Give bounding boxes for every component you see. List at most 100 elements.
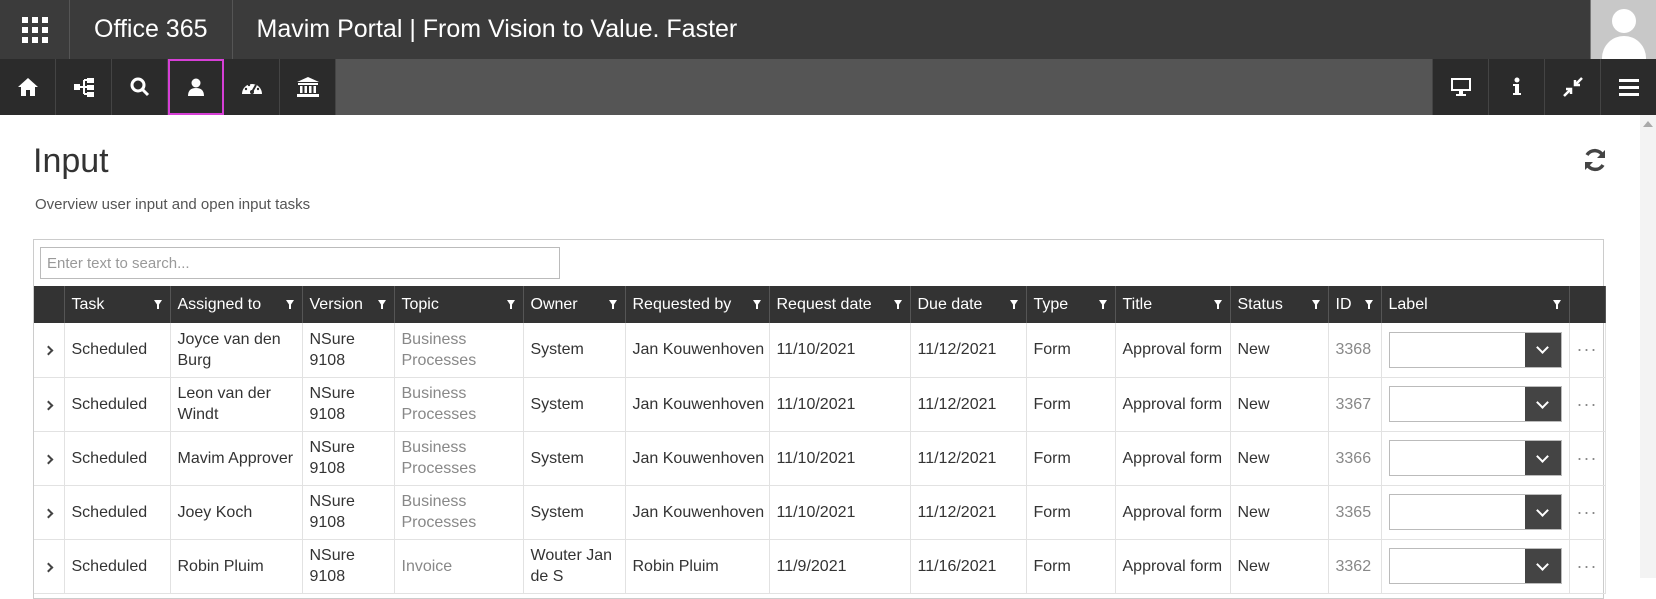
home-button[interactable] <box>0 59 56 115</box>
institution-button[interactable] <box>280 59 336 115</box>
filter-icon[interactable] <box>608 300 617 309</box>
filter-icon[interactable] <box>285 300 294 309</box>
header-assigned-to[interactable]: Assigned to <box>170 286 303 323</box>
cell-label <box>1381 377 1570 432</box>
cell-type: Form <box>1026 431 1116 486</box>
chevron-right-icon <box>43 508 54 518</box>
header-type[interactable]: Type <box>1026 286 1116 323</box>
cell-due-date: 11/12/2021 <box>910 323 1027 378</box>
cell-assigned-to: Robin Pluim <box>170 539 303 594</box>
cell-assigned-to: Joey Koch <box>170 485 303 540</box>
header-label[interactable]: Label <box>1381 286 1570 323</box>
search-input[interactable] <box>40 247 560 279</box>
expand-row-button[interactable] <box>34 539 65 594</box>
cell-label <box>1381 431 1570 486</box>
label-select[interactable] <box>1388 494 1562 530</box>
table-row[interactable]: Scheduled Leon van der Windt NSure 9108 Bus… <box>34 377 1606 432</box>
label-select[interactable] <box>1388 386 1562 422</box>
cell-assigned-to: Joyce van den Burg <box>170 323 303 378</box>
suite-title[interactable]: Office 365 <box>70 0 233 59</box>
app-launcher-button[interactable] <box>0 0 70 59</box>
collapse-button[interactable] <box>1544 59 1600 115</box>
table-row[interactable]: Scheduled Joyce van den Burg NSure 9108 Bus… <box>34 323 1606 378</box>
header-task[interactable]: Task <box>64 286 171 323</box>
chevron-down-icon[interactable] <box>1524 495 1561 529</box>
cell-request-date: 11/10/2021 <box>769 485 911 540</box>
cell-id: 3362 <box>1328 539 1382 594</box>
header-id[interactable]: ID <box>1328 286 1382 323</box>
monitor-icon <box>1450 78 1471 96</box>
filter-icon[interactable] <box>506 300 515 309</box>
filter-icon[interactable] <box>1213 300 1222 309</box>
search-icon <box>130 77 149 97</box>
tree-button[interactable] <box>56 59 112 115</box>
cell-requested-by: Robin Pluim <box>625 539 770 594</box>
refresh-icon <box>1585 148 1605 172</box>
label-select[interactable] <box>1388 440 1562 476</box>
filter-icon[interactable] <box>893 300 902 309</box>
header-title[interactable]: Title <box>1115 286 1231 323</box>
filter-icon[interactable] <box>153 300 162 309</box>
menu-button[interactable] <box>1600 59 1656 115</box>
cell-id: 3365 <box>1328 485 1382 540</box>
cell-version: NSure 9108 <box>302 539 395 594</box>
info-button[interactable] <box>1488 59 1544 115</box>
table-row[interactable]: Scheduled Joey Koch NSure 9108 Business Pro… <box>34 485 1606 540</box>
filter-icon[interactable] <box>1552 300 1561 309</box>
header-topic[interactable]: Topic <box>394 286 524 323</box>
avatar[interactable] <box>1590 0 1656 59</box>
row-more-button[interactable]: ··· <box>1569 539 1606 594</box>
label-select[interactable] <box>1388 331 1562 368</box>
cell-id: 3368 <box>1328 323 1382 378</box>
vertical-scrollbar[interactable] <box>1640 115 1656 578</box>
expand-row-button[interactable] <box>34 323 65 378</box>
filter-icon[interactable] <box>1311 300 1320 309</box>
cell-requested-by: Jan Kouwenhoven <box>625 377 770 432</box>
dashboard-icon <box>241 83 262 94</box>
chevron-down-icon[interactable] <box>1524 332 1561 367</box>
tree-icon <box>73 78 94 97</box>
cell-label <box>1381 485 1570 540</box>
chevron-down-icon[interactable] <box>1524 387 1561 421</box>
row-more-button[interactable]: ··· <box>1569 377 1606 432</box>
filter-icon[interactable] <box>1364 300 1373 309</box>
expand-row-button[interactable] <box>34 431 65 486</box>
presentation-button[interactable] <box>1432 59 1488 115</box>
table-row[interactable]: Scheduled Mavim Approver NSure 9108 Busines… <box>34 431 1606 486</box>
row-more-button[interactable]: ··· <box>1569 323 1606 378</box>
cell-task: Scheduled <box>64 377 171 432</box>
dashboard-button[interactable] <box>224 59 280 115</box>
toolbar-right <box>1432 59 1656 115</box>
header-owner[interactable]: Owner <box>523 286 626 323</box>
cell-owner: System <box>523 323 626 378</box>
chevron-right-icon <box>43 562 54 572</box>
cell-label <box>1381 539 1570 594</box>
header-requested-by[interactable]: Requested by <box>625 286 770 323</box>
header-due-date[interactable]: Due date <box>910 286 1027 323</box>
header-version[interactable]: Version <box>302 286 395 323</box>
info-icon <box>1512 77 1521 95</box>
user-input-button[interactable] <box>168 59 224 115</box>
cell-owner: System <box>523 485 626 540</box>
cell-topic: Invoice <box>394 539 524 594</box>
filter-icon[interactable] <box>752 300 761 309</box>
chevron-down-icon[interactable] <box>1524 441 1561 475</box>
row-more-button[interactable]: ··· <box>1569 431 1606 486</box>
chevron-right-icon <box>43 454 54 464</box>
header-request-date[interactable]: Request date <box>769 286 911 323</box>
expand-row-button[interactable] <box>34 377 65 432</box>
collapse-icon <box>1562 77 1583 97</box>
table-row[interactable]: Scheduled Robin Pluim NSure 9108 Invoice Wou… <box>34 539 1606 594</box>
refresh-button[interactable] <box>1582 147 1608 178</box>
row-more-button[interactable]: ··· <box>1569 485 1606 540</box>
filter-icon[interactable] <box>1009 300 1018 309</box>
cell-due-date: 11/12/2021 <box>910 485 1027 540</box>
main-content: Input Overview user input and open input… <box>0 115 1656 599</box>
label-select[interactable] <box>1388 548 1562 584</box>
filter-icon[interactable] <box>377 300 386 309</box>
toolbar <box>0 59 1656 115</box>
expand-row-button[interactable] <box>34 485 65 540</box>
header-status[interactable]: Status <box>1230 286 1329 323</box>
search-button[interactable] <box>112 59 168 115</box>
filter-icon[interactable] <box>1098 300 1107 309</box>
